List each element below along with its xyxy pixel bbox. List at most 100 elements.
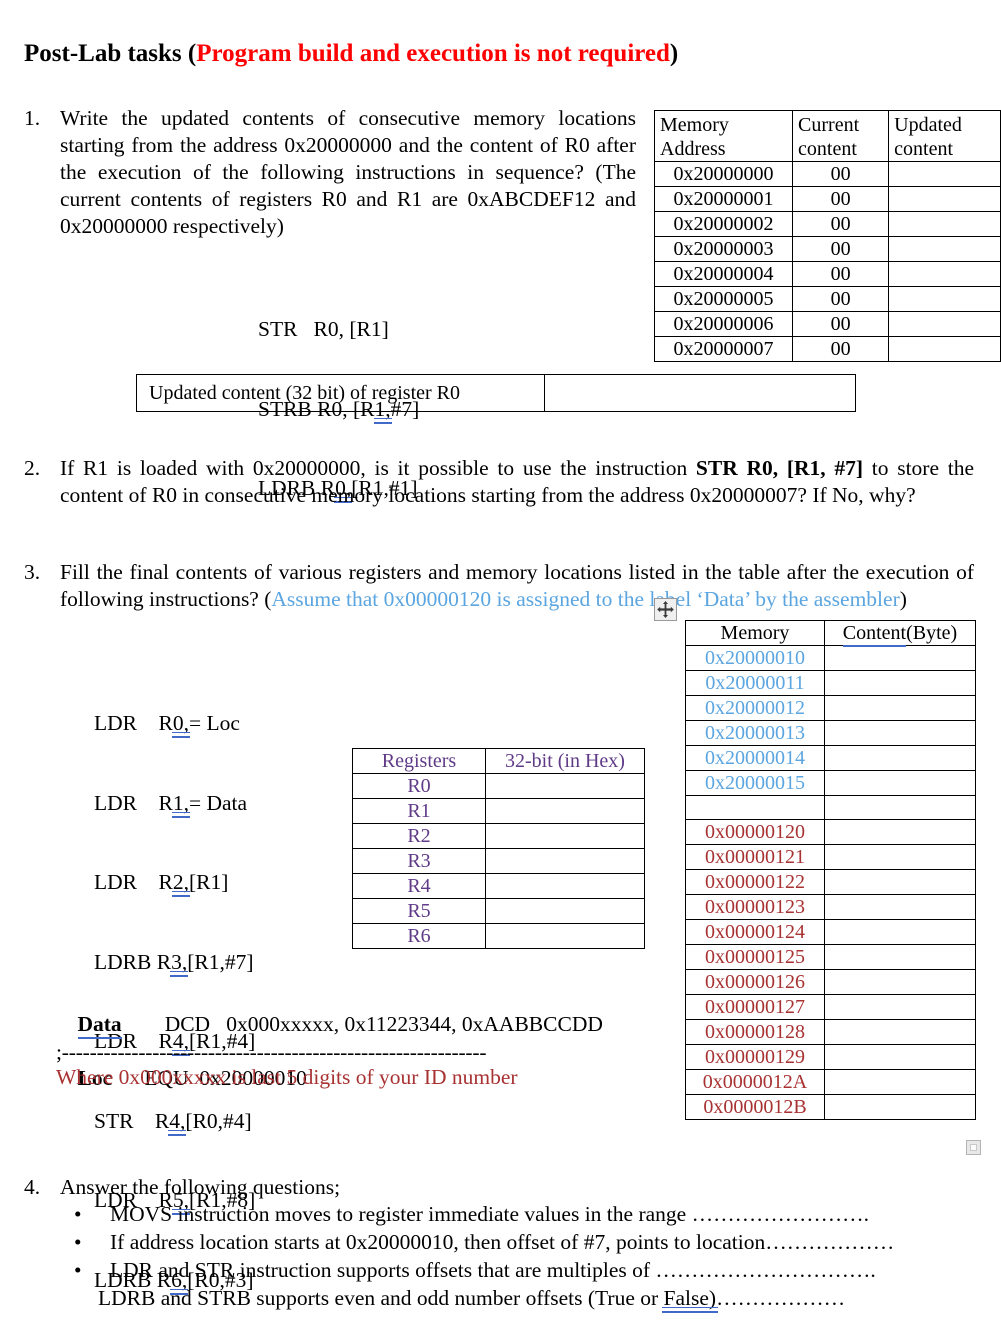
move-arrows-icon bbox=[657, 601, 674, 618]
bullet-icon: • bbox=[74, 1202, 82, 1226]
table-row: 0x00000125 bbox=[685, 944, 976, 970]
cell-register: R4 bbox=[352, 873, 486, 899]
cell-register-value[interactable] bbox=[485, 848, 645, 874]
cell-content[interactable] bbox=[824, 745, 976, 771]
cell-content[interactable] bbox=[824, 894, 976, 920]
cell-register-value[interactable] bbox=[485, 798, 645, 824]
table-resize-handle-icon[interactable] bbox=[966, 1140, 981, 1155]
table-row: R3 bbox=[352, 848, 645, 874]
grammar-underline: Content bbox=[842, 622, 907, 644]
code-line: LDR R1,= Data bbox=[94, 790, 248, 815]
table-row: 0x20000011 bbox=[685, 670, 976, 696]
cell-content[interactable] bbox=[824, 994, 976, 1020]
header-current-content: Current content bbox=[792, 110, 890, 162]
cell-content[interactable] bbox=[824, 1094, 976, 1120]
document-page: Post-Lab tasks (Program build and execut… bbox=[0, 0, 1001, 1341]
grammar-squiggle: False) bbox=[663, 1286, 717, 1310]
cell-updated[interactable] bbox=[888, 236, 1001, 262]
bullet-continuation: LDRB and STRB supports even and odd numb… bbox=[98, 1286, 846, 1310]
cell-updated[interactable] bbox=[888, 186, 1001, 212]
table-row: 0x00000124 bbox=[685, 919, 976, 945]
question-4-text: Answer the following questions; bbox=[60, 1175, 341, 1199]
cell-current: 00 bbox=[792, 286, 890, 312]
page-title-close: ) bbox=[669, 40, 679, 67]
cell-updated[interactable] bbox=[888, 261, 1001, 287]
table-row: R4 bbox=[352, 873, 645, 899]
table-row: 0x20000005 00 bbox=[653, 286, 1001, 312]
cell-current: 00 bbox=[792, 211, 890, 237]
table-row: 0x00000128 bbox=[685, 1019, 976, 1045]
cell-register-value[interactable] bbox=[485, 898, 645, 924]
r0-value-cell[interactable] bbox=[544, 374, 856, 412]
bullet-icon: • bbox=[74, 1230, 82, 1254]
table-row: 0x20000003 00 bbox=[653, 236, 1001, 262]
table-row: 0x00000122 bbox=[685, 869, 976, 895]
question-1: 1. Write the updated contents of consecu… bbox=[24, 105, 636, 240]
cell-register: R1 bbox=[352, 798, 486, 824]
cell-content[interactable] bbox=[824, 1044, 976, 1070]
cell-register-value[interactable] bbox=[485, 923, 645, 949]
cell-content[interactable] bbox=[824, 670, 976, 696]
cell-address: 0x00000128 bbox=[685, 1019, 825, 1045]
table-row: 0x20000002 00 bbox=[653, 211, 1001, 237]
question-2-instruction: STR R0, [R1, #7] bbox=[695, 456, 864, 480]
table-row: R0 bbox=[352, 773, 645, 799]
cell-content[interactable] bbox=[824, 844, 976, 870]
cell-updated[interactable] bbox=[888, 311, 1001, 337]
cell-content[interactable] bbox=[824, 819, 976, 845]
cell-content[interactable] bbox=[824, 1019, 976, 1045]
question-4-bullets: • MOVS instruction moves to register imm… bbox=[62, 1200, 894, 1312]
cell-content[interactable] bbox=[824, 969, 976, 995]
cell-updated[interactable] bbox=[888, 336, 1001, 362]
table-row: 0x20000014 bbox=[685, 745, 976, 771]
cell-address: 0x20000004 bbox=[653, 261, 794, 287]
header-memory: Memory bbox=[685, 620, 825, 646]
header-memory-address: Memory Address bbox=[653, 110, 794, 162]
cell-register-value[interactable] bbox=[485, 873, 645, 899]
cell-content[interactable] bbox=[824, 869, 976, 895]
cell-register-value[interactable] bbox=[485, 823, 645, 849]
header-content-byte: Content(Byte) bbox=[824, 620, 976, 646]
bullet-text: MOVS instruction moves to register immed… bbox=[110, 1202, 869, 1226]
cell-updated[interactable] bbox=[888, 161, 1001, 187]
cell-address: 0x0000012A bbox=[685, 1069, 825, 1095]
table-row: 0x20000000 00 bbox=[653, 161, 1001, 187]
cell-current: 00 bbox=[792, 336, 890, 362]
table-row: R6 bbox=[352, 923, 645, 949]
question-3-number: 3. bbox=[24, 560, 41, 584]
bullet-text: If address location starts at 0x20000010… bbox=[110, 1230, 895, 1254]
cell-content[interactable] bbox=[824, 919, 976, 945]
table-row: R2 bbox=[352, 823, 645, 849]
cell-updated[interactable] bbox=[888, 211, 1001, 237]
cell-address: 0x20000014 bbox=[685, 745, 825, 771]
cell-current: 00 bbox=[792, 236, 890, 262]
cell-content[interactable] bbox=[824, 695, 976, 721]
question-4-number: 4. bbox=[24, 1175, 41, 1199]
cell-content[interactable] bbox=[824, 770, 976, 796]
cell-address: 0x20000002 bbox=[653, 211, 794, 237]
cell-register: R2 bbox=[352, 823, 486, 849]
table-header-row: Memory Address Current content Updated cont… bbox=[653, 110, 1001, 162]
table-header-row: Memory Content(Byte) bbox=[685, 620, 976, 646]
page-title-emphasis: Program build and execution is not requi… bbox=[196, 40, 670, 67]
table-row: 0x20000004 00 bbox=[653, 261, 1001, 287]
data-directive: DCD 0x000xxxxx, 0x11223344, 0xAABBCCDD bbox=[164, 1012, 603, 1036]
header-registers: Registers bbox=[352, 748, 486, 774]
cell-content[interactable] bbox=[824, 720, 976, 746]
header-updated-content: Updated content bbox=[888, 110, 1001, 162]
page-title: Post-Lab tasks (Program build and execut… bbox=[24, 40, 678, 68]
cell-current: 00 bbox=[792, 261, 890, 287]
cell-updated[interactable] bbox=[888, 286, 1001, 312]
question-3: 3. Fill the final contents of various re… bbox=[24, 559, 974, 613]
question-2-text: If R1 is loaded with 0x20000000, is it p… bbox=[60, 456, 974, 507]
code-line: LDR R2,[R1] bbox=[94, 870, 229, 894]
table-row-spacer bbox=[685, 795, 976, 820]
cell-address: 0x20000006 bbox=[653, 311, 794, 337]
cell-content[interactable] bbox=[824, 944, 976, 970]
cell-register-value[interactable] bbox=[485, 773, 645, 799]
cell-content[interactable] bbox=[824, 645, 976, 671]
table-move-handle-icon[interactable] bbox=[654, 598, 677, 621]
cell-address: 0x00000122 bbox=[685, 869, 825, 895]
cell-content[interactable] bbox=[824, 1069, 976, 1095]
cell-content[interactable] bbox=[824, 795, 976, 820]
